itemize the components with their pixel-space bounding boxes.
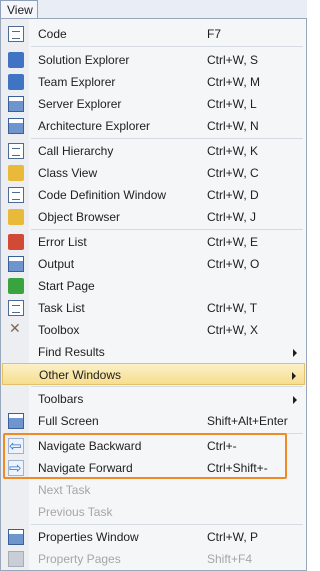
menu-item-shortcut: Ctrl+W, N xyxy=(207,119,259,133)
submenu-arrow-icon xyxy=(292,372,296,380)
menu-item-server-explorer[interactable]: Server Explorer Ctrl+W, L xyxy=(2,93,305,115)
menu-item-other-windows[interactable]: Other Windows xyxy=(2,363,305,385)
menu-item-next-task[interactable]: Next Task xyxy=(2,479,305,501)
menu-item-label: Find Results xyxy=(38,345,105,359)
menu-item-shortcut: Shift+F4 xyxy=(207,552,253,566)
menu-item-shortcut: Ctrl+W, O xyxy=(207,257,260,271)
menu-item-code-definition-window[interactable]: Code Definition Window Ctrl+W, D xyxy=(2,184,305,206)
menu-item-toolbox[interactable]: Toolbox Ctrl+W, X xyxy=(2,319,305,341)
menu-item-error-list[interactable]: Error List Ctrl+W, E xyxy=(2,231,305,253)
menu-item-toolbars[interactable]: Toolbars xyxy=(2,388,305,410)
menu-item-shortcut: Ctrl+W, D xyxy=(207,188,259,202)
menu-bar: View xyxy=(0,0,307,18)
submenu-arrow-icon xyxy=(293,396,297,404)
menu-item-label: Toolbox xyxy=(38,323,80,337)
menu-item-solution-explorer[interactable]: Solution Explorer Ctrl+W, S xyxy=(2,49,305,71)
menu-item-label: Properties Window xyxy=(38,530,139,544)
menu-item-label: Code Definition Window xyxy=(38,188,167,202)
menu-item-label: Team Explorer xyxy=(38,75,116,89)
menu-item-label: Class View xyxy=(38,166,98,180)
toolbox-icon xyxy=(8,321,24,338)
menu-item-label: Output xyxy=(38,257,75,271)
menu-item-label: Server Explorer xyxy=(38,97,122,111)
code-icon xyxy=(8,26,24,42)
menu-item-property-pages[interactable]: Property Pages Shift+F4 xyxy=(2,548,305,570)
menu-item-full-screen[interactable]: Full Screen Shift+Alt+Enter xyxy=(2,410,305,432)
highlight-callout-box xyxy=(3,433,287,479)
menu-separator xyxy=(31,386,303,387)
menu-item-shortcut: Ctrl+W, C xyxy=(207,166,259,180)
menu-item-label: Other Windows xyxy=(39,368,122,382)
menu-item-shortcut: Ctrl+W, J xyxy=(207,210,257,224)
view-menu-dropdown: Code F7 Solution Explorer Ctrl+W, S Team… xyxy=(0,18,307,571)
menu-item-shortcut: Ctrl+W, E xyxy=(207,235,259,249)
menu-item-label: Solution Explorer xyxy=(38,53,130,67)
menu-item-label: Full Screen xyxy=(38,414,99,428)
menu-separator xyxy=(31,229,303,230)
menu-item-shortcut: Ctrl+W, L xyxy=(207,97,257,111)
menu-item-label: Next Task xyxy=(38,483,91,497)
properties-window-icon xyxy=(8,529,24,545)
menu-item-task-list[interactable]: Task List Ctrl+W, T xyxy=(2,297,305,319)
menu-item-label: Task List xyxy=(38,301,85,315)
menu-item-label: Call Hierarchy xyxy=(38,144,114,158)
menu-item-label: Architecture Explorer xyxy=(38,119,151,133)
menu-item-shortcut: Shift+Alt+Enter xyxy=(207,414,288,428)
menu-item-team-explorer[interactable]: Team Explorer Ctrl+W, M xyxy=(2,71,305,93)
error-list-icon xyxy=(8,234,24,250)
menu-item-label: Error List xyxy=(38,235,87,249)
menu-item-call-hierarchy[interactable]: Call Hierarchy Ctrl+W, K xyxy=(2,140,305,162)
class-view-icon xyxy=(8,165,24,181)
menu-separator xyxy=(31,524,303,525)
menu-item-shortcut: Ctrl+W, S xyxy=(207,53,259,67)
menu-item-class-view[interactable]: Class View Ctrl+W, C xyxy=(2,162,305,184)
view-menu-header[interactable]: View xyxy=(0,0,38,18)
menu-item-code[interactable]: Code F7 xyxy=(2,23,305,45)
full-screen-icon xyxy=(8,413,24,429)
team-explorer-icon xyxy=(8,74,24,90)
task-list-icon xyxy=(8,300,24,316)
submenu-arrow-icon xyxy=(293,349,297,357)
menu-item-start-page[interactable]: Start Page xyxy=(2,275,305,297)
menu-item-architecture-explorer[interactable]: Architecture Explorer Ctrl+W, N xyxy=(2,115,305,137)
menu-item-label: Previous Task xyxy=(38,505,113,519)
menu-item-shortcut: Ctrl+W, T xyxy=(207,301,258,315)
menu-separator xyxy=(31,46,303,47)
menu-item-label: Start Page xyxy=(38,279,95,293)
menu-item-label: Property Pages xyxy=(38,552,121,566)
menu-item-output[interactable]: Output Ctrl+W, O xyxy=(2,253,305,275)
menu-item-find-results[interactable]: Find Results xyxy=(2,341,305,363)
code-definition-icon xyxy=(8,187,24,203)
property-pages-icon xyxy=(8,551,24,567)
menu-item-shortcut: Ctrl+W, K xyxy=(207,144,259,158)
architecture-explorer-icon xyxy=(8,118,24,134)
object-browser-icon xyxy=(8,209,24,225)
menu-separator xyxy=(31,138,303,139)
menu-item-properties-window[interactable]: Properties Window Ctrl+W, P xyxy=(2,526,305,548)
solution-explorer-icon xyxy=(8,52,24,68)
call-hierarchy-icon xyxy=(8,143,24,159)
output-icon xyxy=(8,256,24,272)
menu-item-label: Object Browser xyxy=(38,210,121,224)
start-page-icon xyxy=(8,278,24,294)
server-explorer-icon xyxy=(8,96,24,112)
menu-item-shortcut: Ctrl+W, X xyxy=(207,323,259,337)
menu-item-shortcut: F7 xyxy=(207,27,222,41)
menu-item-shortcut: Ctrl+W, M xyxy=(207,75,260,89)
menu-item-object-browser[interactable]: Object Browser Ctrl+W, J xyxy=(2,206,305,228)
menu-item-label: Toolbars xyxy=(38,392,84,406)
menu-item-previous-task[interactable]: Previous Task xyxy=(2,501,305,523)
menu-item-shortcut: Ctrl+W, P xyxy=(207,530,259,544)
menu-item-label: Code xyxy=(38,27,67,41)
